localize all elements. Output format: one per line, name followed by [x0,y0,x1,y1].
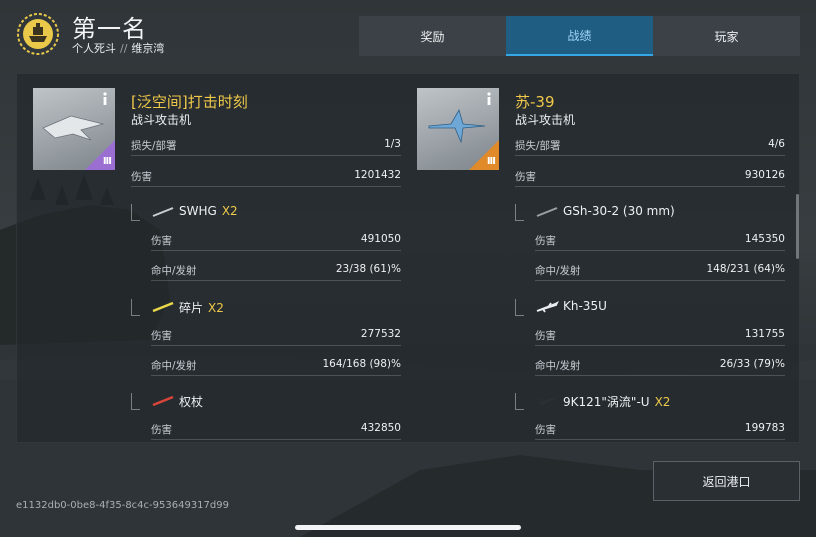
vehicle-name: 苏-39 [515,93,555,111]
vehicle-name: [泛空间]打击时刻 [131,93,248,111]
stats-panel[interactable]: III [泛空间]打击时刻 战斗攻击机 损失/部署 1/3 伤害 1201432… [16,73,800,443]
rank-emblem-icon [17,13,59,55]
weapon-multiplier: X2 [221,204,238,218]
stealth-jet-icon [42,115,105,141]
weapon-name: 权杖 [179,395,204,409]
weapon-multiplier: X2 [208,301,224,315]
tree-connector [515,204,524,221]
gun-icon [152,207,174,217]
return-to-port-button[interactable]: 返回港口 [653,461,800,501]
tab-bar: 奖励 战绩 玩家 [359,16,800,56]
info-icon[interactable] [485,92,493,106]
scrollbar[interactable] [796,194,799,259]
weapon-stat-accuracy: 命中/发射 26/33 (79)% [535,355,785,376]
tab-stats[interactable]: 战绩 [506,16,653,56]
home-indicator[interactable] [295,525,521,530]
session-id: e1132db0-0be8-4f35-8c4c-953649317d99 [16,500,229,511]
attack-jet-icon [428,108,486,144]
stat-row-damage: 伤害 1201432 [131,166,401,187]
vehicle-card: III 苏-39 战斗攻击机 损失/部署 4/6 伤害 930126 GSh-3… [417,74,787,442]
vehicle-class: 战斗攻击机 [515,113,576,127]
tree-connector [131,204,140,221]
tree-connector [515,299,524,316]
weapon-multiplier: X2 [654,395,671,409]
weapon-stat-damage: 伤害 277532 [151,325,401,346]
vehicle-card: III [泛空间]打击时刻 战斗攻击机 损失/部署 1/3 伤害 1201432… [33,74,403,442]
tree-connector [515,393,524,410]
weapon-stat-accuracy: 命中/发射 148/231 (64)% [535,260,785,281]
map-name: 维京湾 [131,42,165,55]
tab-players[interactable]: 玩家 [653,16,800,56]
info-icon[interactable] [101,92,109,106]
weapon-name: 9K121"涡流"-U [563,395,650,409]
weapon-stat-damage: 伤害 432850 [151,419,401,440]
match-info: 个人死斗 //维京湾 [72,40,164,56]
missile-icon [536,301,559,313]
atgm-icon [538,396,556,406]
tree-connector [131,299,140,316]
stat-row-losses: 损失/部署 4/6 [515,135,785,156]
game-mode: 个人死斗 [72,42,116,55]
scepter-missile-icon [152,395,174,407]
stat-row-damage: 伤害 930126 [515,166,785,187]
tree-connector [131,393,140,410]
weapon-name: 碎片 [179,301,204,315]
weapon-stat-accuracy: 命中/发射 23/38 (61)% [151,260,401,281]
stat-row-losses: 损失/部署 1/3 [131,135,401,156]
shard-missile-icon [152,301,174,313]
weapon-stat-damage: 伤害 131755 [535,325,785,346]
cannon-icon [536,207,558,217]
weapon-stat-accuracy: 命中/发射 164/168 (98)% [151,355,401,376]
page-title: 第一名 [72,15,147,43]
vehicle-thumbnail[interactable]: III [33,88,115,170]
tab-rewards[interactable]: 奖励 [359,16,506,56]
weapon-stat-damage: 伤害 491050 [151,230,401,251]
weapon-name: SWHG [179,204,217,218]
vehicle-class: 战斗攻击机 [131,113,192,127]
weapon-stat-damage: 伤害 199783 [535,419,785,440]
weapon-name: GSh-30-2 (30 mm) [563,204,675,218]
weapon-name: Kh-35U [563,299,607,313]
vehicle-thumbnail[interactable]: III [417,88,499,170]
weapon-stat-damage: 伤害 145350 [535,230,785,251]
separator: // [120,42,128,55]
